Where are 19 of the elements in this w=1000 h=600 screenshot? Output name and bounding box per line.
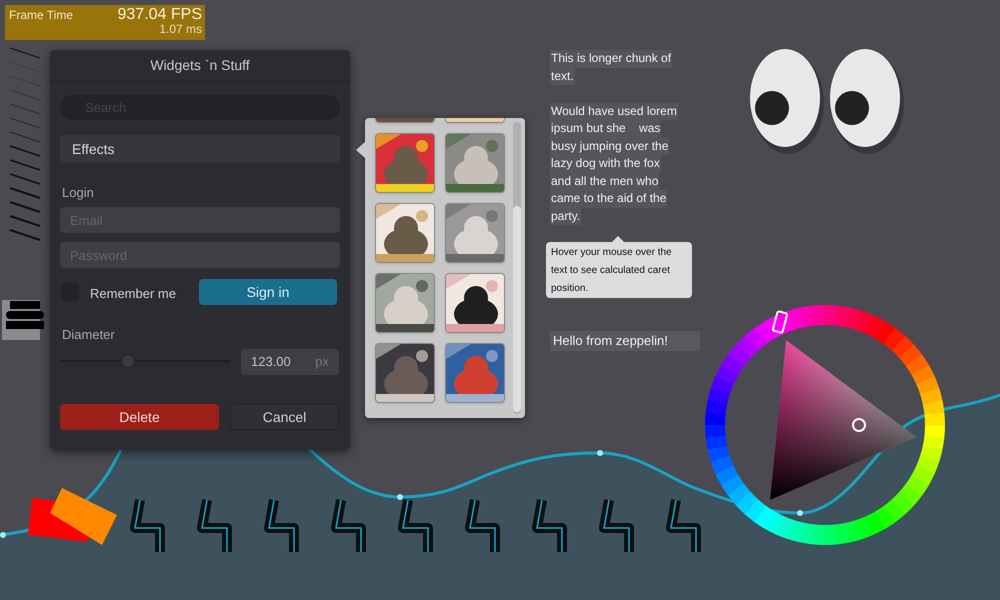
panel-title: Widgets `n Stuff [150, 56, 250, 75]
remember-me-label: Remember me [90, 285, 176, 303]
login-label: Login [62, 184, 94, 202]
frame-time-label: Frame Time [9, 7, 74, 24]
dropdown[interactable]: Effects [60, 135, 340, 163]
line-caps-drawing [2, 300, 44, 340]
diameter-field[interactable]: 123.00 px [241, 349, 339, 375]
sign-in-button[interactable]: Sign in [199, 279, 337, 305]
unit-label: px [315, 353, 329, 372]
tooltip-pointer [612, 236, 624, 242]
zeppelin-text: Hello from zeppelin! [550, 331, 700, 351]
ms-value: 1.07 ms [159, 22, 202, 36]
diameter-label: Diameter [62, 326, 115, 344]
cancel-button[interactable]: Cancel [230, 404, 339, 430]
fps-value: 937.04 FPS [118, 6, 202, 24]
scrollbar[interactable] [513, 122, 521, 414]
delete-button[interactable]: Delete [60, 404, 219, 430]
tooltip: Hover your mouse over the text to see calculated caret position. [546, 242, 692, 298]
color-wheel[interactable] [705, 305, 945, 545]
